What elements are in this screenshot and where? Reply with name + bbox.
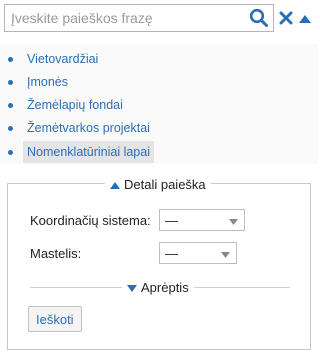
- search-submit-button[interactable]: Ieškoti: [28, 306, 82, 332]
- category-item-imones[interactable]: Įmonės: [5, 71, 72, 93]
- coord-system-label: Koordinačių sistema:: [30, 213, 151, 228]
- close-icon[interactable]: [279, 11, 293, 25]
- caret-up-icon: [110, 177, 120, 192]
- chevron-down-icon: [221, 246, 230, 261]
- caret-down-icon: [127, 280, 137, 295]
- category-label: Žemėlapių fondai: [27, 98, 123, 112]
- category-item-zemetvarkos-projektai[interactable]: Žemėtvarkos projektai: [5, 117, 154, 139]
- category-item-vietovardziai[interactable]: Vietovardžiai: [5, 48, 102, 70]
- category-item-nomenklaturiniai-lapai[interactable]: Nomenklatūriniai lapai: [5, 141, 154, 163]
- category-label: Vietovardžiai: [27, 52, 99, 66]
- detail-search-panel: Detali paieška Koordinačių sistema: — Ma…: [7, 175, 311, 350]
- detail-search-toggle[interactable]: Detali paieška: [105, 175, 211, 193]
- chevron-down-icon: [229, 213, 238, 228]
- category-list: Vietovardžiai Įmonės Žemėlapių fondai Že…: [0, 44, 318, 164]
- category-item-zemelapiu-fondai[interactable]: Žemėlapių fondai: [5, 94, 127, 116]
- scope-label: Aprėptis: [141, 279, 189, 295]
- detail-search-title: Detali paieška: [124, 176, 206, 192]
- scale-label: Mastelis:: [30, 246, 82, 261]
- scale-value: —: [165, 245, 178, 261]
- bullet-icon: [8, 79, 13, 85]
- category-label: Įmonės: [27, 75, 68, 89]
- scale-select[interactable]: —: [159, 242, 237, 264]
- search-bar: [4, 4, 274, 32]
- coord-system-select[interactable]: —: [159, 209, 245, 231]
- scope-toggle[interactable]: Aprėptis: [122, 278, 194, 296]
- search-icon[interactable]: [248, 7, 270, 29]
- bullet-icon: [8, 125, 13, 131]
- bullet-icon: [8, 149, 13, 155]
- category-label: Žemėtvarkos projektai: [27, 121, 150, 135]
- category-label: Nomenklatūriniai lapai: [23, 141, 154, 163]
- bullet-icon: [8, 102, 13, 108]
- search-input[interactable]: [5, 5, 249, 31]
- bullet-icon: [8, 56, 13, 62]
- coord-system-value: —: [165, 212, 178, 228]
- caret-up-icon[interactable]: [298, 12, 312, 23]
